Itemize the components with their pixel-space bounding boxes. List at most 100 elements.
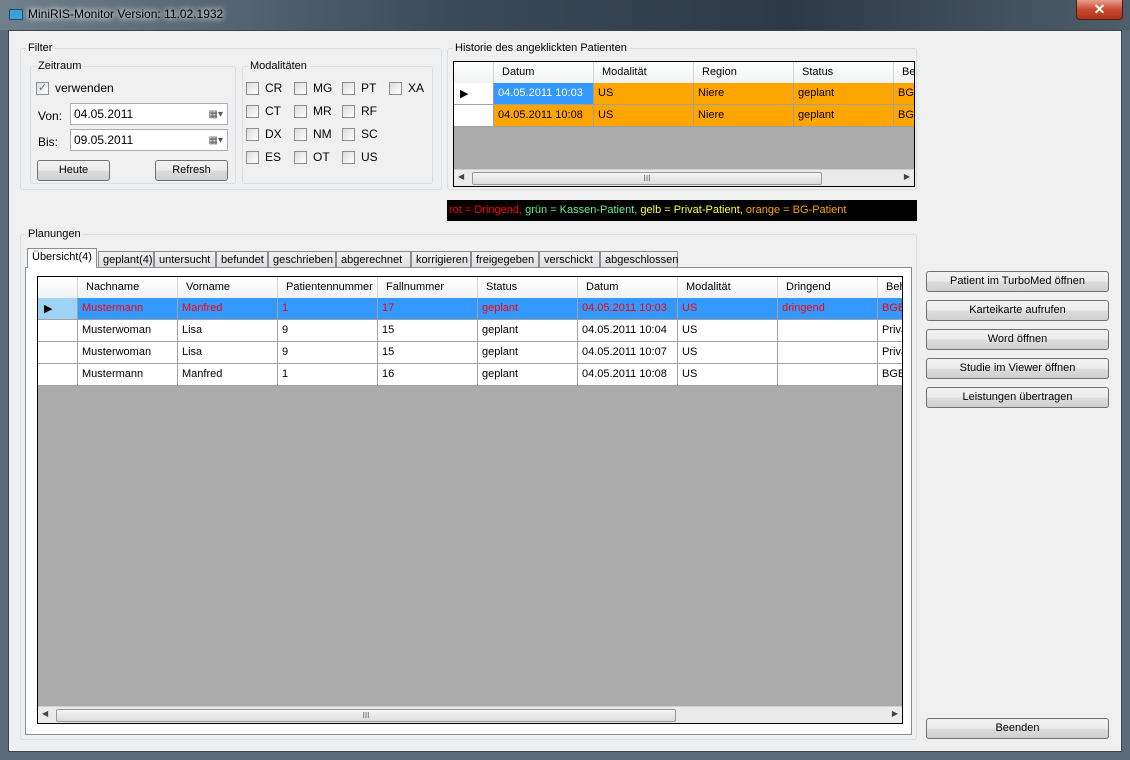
column-header[interactable]: Datum	[494, 62, 594, 84]
table-row[interactable]: ▶ Mustermann Manfred 1 17 geplant 04.05.2011 1…	[38, 298, 902, 320]
table-row[interactable]: Mustermann Manfred 1 16 geplant 04.05.2011 10…	[38, 364, 902, 386]
tab-übersicht[interactable]: Übersicht(4)	[27, 248, 97, 268]
action-button-0[interactable]: Patient im TurboMed öffnen	[926, 271, 1109, 292]
column-header[interactable]: Be	[894, 62, 914, 84]
today-button[interactable]: Heute	[37, 160, 110, 181]
table-row[interactable]: Musterwoman Lisa 9 15 geplant 04.05.2011 10:0…	[38, 342, 902, 364]
horizontal-scrollbar[interactable]: ◀ III ▶	[454, 169, 914, 186]
column-header[interactable]: Modalität	[594, 62, 694, 84]
action-button-4[interactable]: Leistungen übertragen	[926, 387, 1109, 408]
modality-label: XA	[408, 81, 425, 95]
modality-checkbox-es[interactable]: ES	[246, 150, 281, 164]
modality-checkbox-mr[interactable]: MR	[294, 104, 332, 118]
row-header[interactable]	[38, 342, 78, 364]
history-grid[interactable]: Datum Modalität Region Status Be ▶ 04.05.2011 …	[453, 61, 915, 187]
row-header[interactable]	[38, 364, 78, 386]
modality-checkbox-us[interactable]: US	[342, 150, 378, 164]
modality-checkbox-ct[interactable]: CT	[246, 104, 281, 118]
use-date-checkbox[interactable]: ✓ verwenden	[36, 81, 114, 95]
tab-geplant[interactable]: geplant(4)	[98, 251, 154, 268]
checkbox[interactable]	[389, 81, 402, 95]
table-cell: US	[594, 83, 694, 105]
tab-untersucht[interactable]: untersucht	[154, 251, 216, 268]
close-icon: ✕	[1093, 1, 1106, 17]
table-cell: US	[678, 364, 778, 386]
horizontal-scrollbar[interactable]: ◀ III ▶	[38, 706, 902, 723]
checkbox[interactable]	[342, 104, 355, 118]
checkbox[interactable]	[342, 81, 355, 95]
scroll-right-icon[interactable]: ▶	[892, 709, 898, 718]
modality-checkbox-mg[interactable]: MG	[294, 81, 332, 95]
checkbox[interactable]	[294, 150, 307, 164]
checkbox[interactable]	[342, 150, 355, 164]
column-header[interactable]: Vorname	[178, 277, 278, 299]
checkbox[interactable]	[294, 127, 307, 141]
modality-checkbox-ot[interactable]: OT	[294, 150, 330, 164]
checkbox[interactable]	[294, 81, 307, 95]
tab-befundet[interactable]: befundet	[216, 251, 268, 268]
von-date-picker[interactable]: 04.05.2011 ▦▾	[70, 103, 228, 125]
modality-checkbox-xa[interactable]: XA	[389, 81, 424, 95]
column-header[interactable]: Fallnummer	[378, 277, 478, 299]
checkbox[interactable]	[246, 81, 259, 95]
use-date-label: verwenden	[55, 81, 114, 95]
column-header[interactable]: Patientennummer	[278, 277, 378, 299]
tab-geschrieben[interactable]: geschrieben	[268, 251, 336, 268]
checkbox[interactable]	[246, 150, 259, 164]
column-header[interactable]: Nachname	[78, 277, 178, 299]
modality-checkbox-dx[interactable]: DX	[246, 127, 282, 141]
tab-verschickt[interactable]: verschickt	[539, 251, 600, 268]
planungen-grid[interactable]: Nachname Vorname Patientennummer Fallnummer…	[37, 276, 903, 724]
table-cell: US	[678, 320, 778, 342]
modality-checkbox-rf[interactable]: RF	[342, 104, 377, 118]
scroll-left-icon[interactable]: ◀	[42, 709, 48, 718]
exit-button[interactable]: Beenden	[926, 718, 1109, 739]
action-button-2[interactable]: Word öffnen	[926, 329, 1109, 350]
calendar-dropdown-icon[interactable]: ▦▾	[209, 135, 223, 146]
table-cell: geplant	[478, 342, 578, 364]
modality-checkbox-nm[interactable]: NM	[294, 127, 332, 141]
scrollbar-thumb[interactable]: III	[56, 709, 676, 722]
table-cell: Priva	[878, 342, 902, 364]
calendar-dropdown-icon[interactable]: ▦▾	[209, 109, 223, 120]
table-cell: 1	[278, 298, 378, 320]
tab-korrigieren[interactable]: korrigieren	[411, 251, 471, 268]
scroll-left-icon[interactable]: ◀	[458, 172, 464, 181]
column-header[interactable]: Beh	[878, 277, 902, 299]
table-cell: 04.05.2011 10:07	[578, 342, 678, 364]
action-button-1[interactable]: Karteikarte aufrufen	[926, 300, 1109, 321]
checkbox[interactable]	[342, 127, 355, 141]
row-header[interactable]: ▶	[38, 298, 78, 320]
refresh-button[interactable]: Refresh	[155, 160, 228, 181]
column-header[interactable]: Region	[694, 62, 794, 84]
bis-date-picker[interactable]: 09.05.2011 ▦▾	[70, 129, 228, 151]
column-header[interactable]: Dringend	[778, 277, 878, 299]
scroll-right-icon[interactable]: ▶	[904, 172, 910, 181]
tab-abgerechnet[interactable]: abgerechnet	[336, 251, 411, 268]
scrollbar-thumb[interactable]: III	[472, 172, 822, 185]
modality-checkbox-pt[interactable]: PT	[342, 81, 376, 95]
column-header[interactable]: Modalität	[678, 277, 778, 299]
row-header[interactable]: ▶	[454, 83, 494, 105]
column-header[interactable]: Status	[478, 277, 578, 299]
row-header[interactable]	[454, 105, 494, 127]
checkbox[interactable]	[246, 104, 259, 118]
column-header[interactable]: Datum	[578, 277, 678, 299]
column-header[interactable]: Status	[794, 62, 894, 84]
checkbox[interactable]	[246, 127, 259, 141]
tab-freigegeben[interactable]: freigegeben	[471, 251, 539, 268]
modality-label: ES	[265, 150, 282, 164]
close-button[interactable]: ✕	[1076, 0, 1123, 20]
checkbox[interactable]: ✓	[36, 81, 49, 95]
table-cell: dringend	[778, 298, 878, 320]
tab-abgeschlossen[interactable]: abgeschlossen	[600, 251, 678, 268]
legend-part: rot = Dringend,	[449, 204, 526, 216]
row-header[interactable]	[38, 320, 78, 342]
table-row[interactable]: 04.05.2011 10:08 US Niere geplant BG	[454, 105, 914, 127]
table-row[interactable]: ▶ 04.05.2011 10:03 US Niere geplant BG	[454, 83, 914, 105]
modality-checkbox-sc[interactable]: SC	[342, 127, 378, 141]
checkbox[interactable]	[294, 104, 307, 118]
modality-checkbox-cr[interactable]: CR	[246, 81, 282, 95]
action-button-3[interactable]: Studie im Viewer öffnen	[926, 358, 1109, 379]
table-row[interactable]: Musterwoman Lisa 9 15 geplant 04.05.2011 10:0…	[38, 320, 902, 342]
